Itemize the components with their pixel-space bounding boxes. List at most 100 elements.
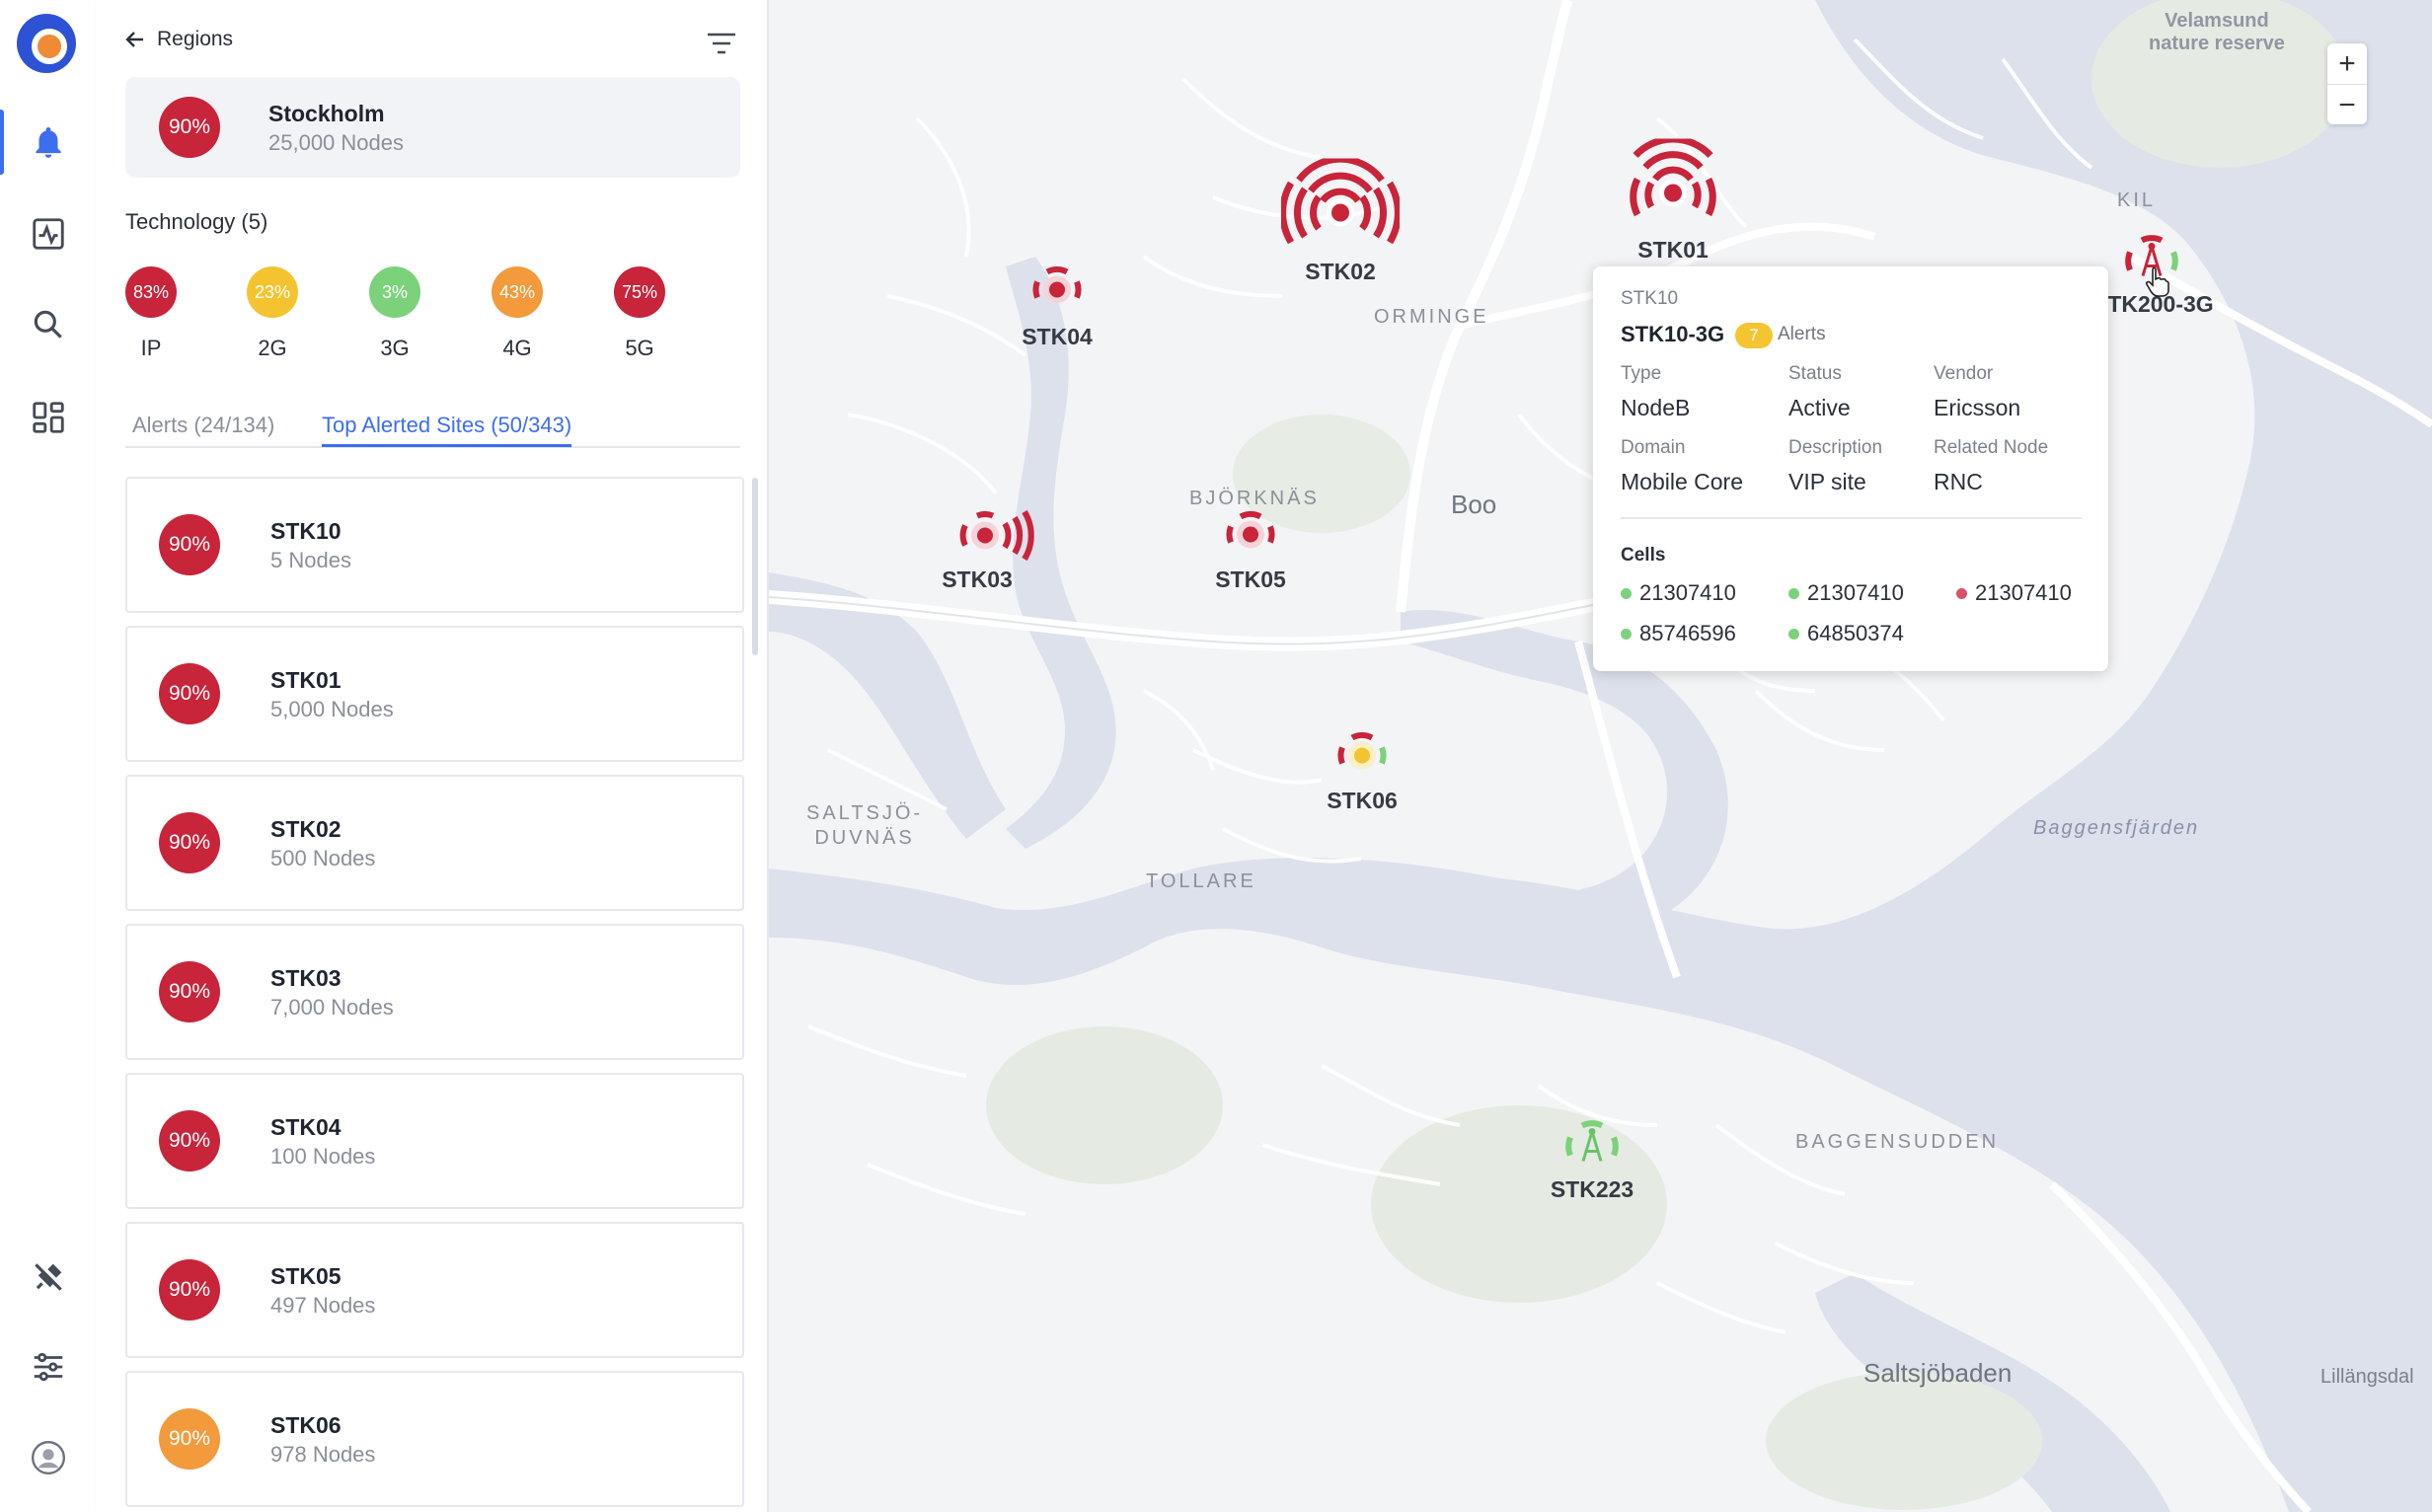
site-name: STK03 — [270, 965, 342, 991]
radiating-signal-icon — [1337, 731, 1387, 770]
radiating-signal-icon — [959, 509, 1034, 562]
field-value: Ericsson — [1934, 395, 2021, 420]
site-marker-stk06[interactable] — [1328, 726, 1397, 791]
site-card-stk05[interactable]: 90% STK05 497 Nodes — [125, 1222, 744, 1358]
site-health-badge: 90% — [159, 812, 220, 873]
alerts-bell-icon[interactable] — [0, 106, 96, 179]
popup-cells-title: Cells — [1621, 545, 1666, 566]
cell-item[interactable]: 21307410 — [1621, 580, 1736, 606]
site-name: STK05 — [270, 1263, 342, 1289]
technology-4g[interactable]: 43% 4G — [488, 266, 547, 361]
back-label: Regions — [157, 28, 234, 50]
radiating-signal-icon — [1279, 155, 1402, 245]
app-logo[interactable] — [17, 14, 76, 73]
site-card-stk03[interactable]: 90% STK03 7,000 Nodes — [125, 924, 744, 1060]
place-orminge: ORMINGE — [1374, 306, 1489, 328]
field-label: Status — [1788, 363, 1842, 384]
place-saltsjo-duvnas: SALTSJÖ- DUVNÄS — [806, 802, 924, 849]
cell-item[interactable]: 64850374 — [1788, 621, 1904, 646]
place-saltsjobaden: Saltsjöbaden — [1863, 1358, 2013, 1388]
filter-icon[interactable] — [702, 28, 741, 59]
popup-field-domain: Domain Mobile Core — [1621, 437, 1743, 495]
site-label-stk02: STK02 — [1305, 259, 1376, 284]
technology-5g[interactable]: 75% 5G — [610, 266, 669, 361]
technology-ip[interactable]: 83% IP — [121, 266, 181, 361]
radiating-signal-icon — [1032, 265, 1082, 304]
site-card-stk01[interactable]: 90% STK01 5,000 Nodes — [125, 626, 744, 762]
site-marker-stk05[interactable] — [1216, 505, 1285, 569]
site-card-stk10[interactable]: 90% STK10 5 Nodes — [125, 477, 744, 613]
field-value: Mobile Core — [1621, 469, 1743, 494]
place-boo: Boo — [1451, 490, 1497, 519]
plug-disconnect-icon[interactable] — [0, 1241, 96, 1314]
cell-status-dot — [1621, 628, 1632, 640]
user-avatar-icon[interactable] — [0, 1421, 96, 1494]
site-marker-stk02[interactable] — [1279, 155, 1402, 272]
network-map[interactable]: Velamsund nature reserve KIL ORMINGE BJÖ… — [769, 0, 2432, 1512]
site-health-badge: 90% — [159, 1408, 220, 1470]
popup-field-status: Status Active — [1788, 363, 1851, 421]
cell-id: 85746596 — [1639, 621, 1736, 645]
zoom-out-button[interactable]: − — [2327, 84, 2367, 125]
tab-top-alerted-sites[interactable]: Top Alerted Sites (50/343) — [322, 413, 572, 447]
site-card-stk04[interactable]: 90% STK04 100 Nodes — [125, 1073, 744, 1209]
site-label-stk01: STK01 — [1637, 237, 1709, 263]
site-label-stk03: STK03 — [942, 567, 1013, 592]
region-summary-card[interactable]: 90% Stockholm 25,000 Nodes — [125, 77, 740, 178]
site-label-stk04: STK04 — [1022, 324, 1093, 349]
site-health-badge: 90% — [159, 663, 220, 724]
settings-sliders-icon[interactable] — [0, 1330, 96, 1403]
field-label: Related Node — [1934, 437, 2049, 458]
popup-alert-count-badge[interactable]: 7 — [1735, 323, 1773, 348]
popup-divider — [1621, 517, 2082, 519]
place-baggensfjarden: Baggensfjärden — [2033, 817, 2200, 839]
cell-item[interactable]: 21307410 — [1788, 580, 1904, 606]
technology-label: IP — [140, 336, 162, 360]
field-label: Vendor — [1934, 363, 1994, 384]
field-label: Type — [1621, 363, 1662, 384]
site-label-stk05: STK05 — [1215, 567, 1286, 592]
back-to-regions[interactable]: Regions — [125, 28, 233, 51]
site-card-stk06[interactable]: 90% STK06 978 Nodes — [125, 1371, 744, 1507]
site-marker-stk03[interactable] — [936, 501, 1034, 575]
technology-label: 2G — [258, 336, 287, 360]
site-name: STK01 — [270, 667, 342, 693]
field-value: NodeB — [1621, 395, 1691, 420]
site-health-badge: 90% — [159, 1259, 220, 1321]
site-marker-stk223[interactable] — [1558, 1116, 1627, 1180]
popup-field-description: Description VIP site — [1788, 437, 1882, 495]
technology-badge: 23% — [247, 266, 298, 318]
radiating-signal-icon — [1226, 510, 1275, 549]
technology-badge: 43% — [492, 266, 543, 318]
technology-label: 3G — [380, 336, 410, 360]
field-label: Description — [1788, 437, 1883, 458]
tab-alerts[interactable]: Alerts (24/134) — [132, 413, 274, 444]
field-value: VIP site — [1788, 469, 1866, 494]
list-scrollbar[interactable] — [752, 478, 758, 655]
site-card-stk02[interactable]: 90% STK02 500 Nodes — [125, 775, 744, 911]
technology-badge: 75% — [614, 266, 665, 318]
search-icon[interactable] — [0, 288, 96, 361]
popup-field-vendor: Vendor Ericsson — [1934, 363, 2020, 421]
activity-chart-icon[interactable] — [0, 197, 96, 270]
site-health-badge: 90% — [159, 514, 220, 575]
site-marker-stk04[interactable] — [1023, 261, 1092, 325]
technology-3g[interactable]: 3% 3G — [365, 266, 424, 361]
panel-tabs: Alerts (24/134) Top Alerted Sites (50/34… — [125, 411, 740, 448]
dashboard-grid-icon[interactable] — [0, 381, 96, 454]
site-node-count: 978 Nodes — [270, 1442, 376, 1467]
cell-item[interactable]: 21307410 — [1956, 580, 2072, 606]
hand-cursor-icon — [2145, 266, 2169, 297]
place-kil: KIL — [2117, 189, 2157, 211]
field-label: Domain — [1621, 437, 1686, 458]
zoom-in-button[interactable]: + — [2327, 43, 2367, 84]
site-label-stk223: STK223 — [1550, 1176, 1634, 1202]
site-name: STK02 — [270, 816, 342, 842]
site-name: STK06 — [270, 1412, 342, 1438]
cell-item[interactable]: 85746596 — [1621, 621, 1736, 646]
site-marker-stk01[interactable] — [1619, 135, 1727, 253]
popup-site-name: STK10-3G — [1621, 322, 1725, 346]
place-velamsund: Velamsund nature reserve — [2149, 10, 2285, 54]
site-node-count: 7,000 Nodes — [270, 995, 394, 1020]
technology-2g[interactable]: 23% 2G — [243, 266, 302, 361]
